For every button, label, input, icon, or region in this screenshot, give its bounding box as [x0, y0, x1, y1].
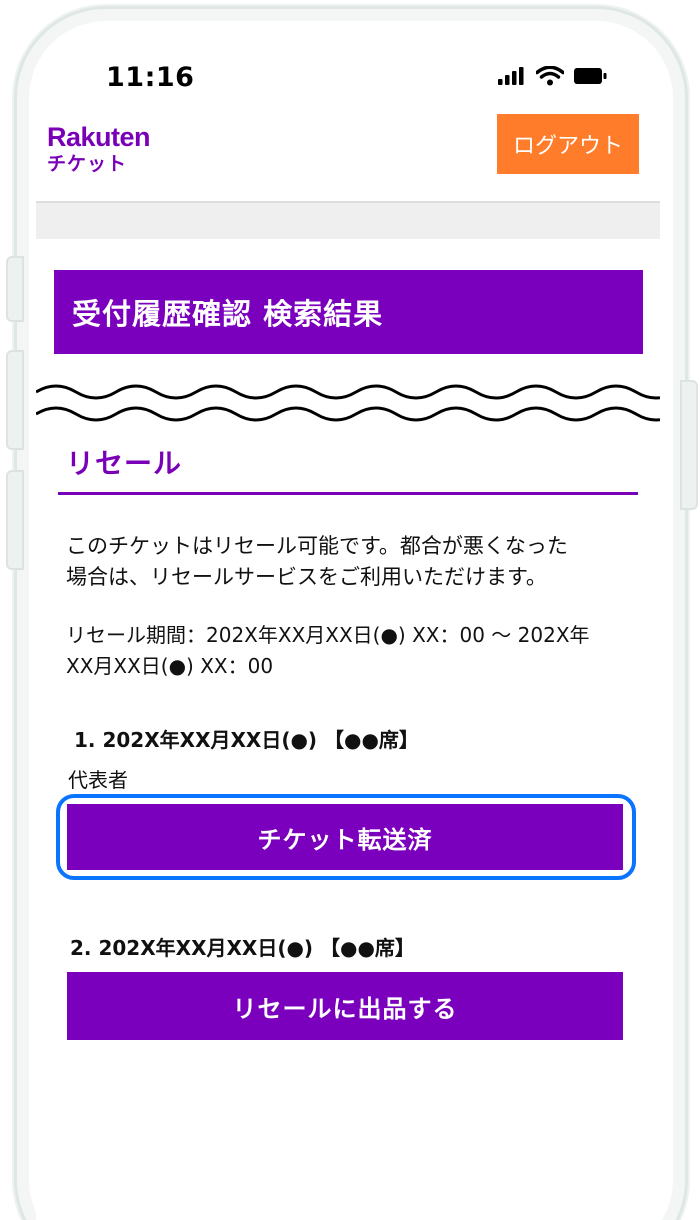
resale-heading-underline: [58, 492, 638, 495]
resale-period: リセール期間：202X年XX月XX日(●) XX：00 〜 202X年 XX月X…: [66, 620, 636, 682]
phone-side-button-volume-down: [6, 470, 24, 570]
ticket-item-1-role: 代表者: [68, 768, 128, 792]
phone-screen: 11:16 Rakuten チケット ログアウト 受付履歴確認 検索結果 リセー…: [36, 28, 660, 1220]
ticket-transferred-button[interactable]: チケット転送済: [67, 804, 623, 870]
status-icons: [498, 66, 608, 86]
battery-icon: [574, 68, 607, 84]
resale-heading: リセール: [66, 447, 183, 480]
header-separator-band: [36, 201, 660, 239]
phone-side-button-mute: [6, 256, 24, 322]
app-canvas: 11:16 Rakuten チケット ログアウト 受付履歴確認 検索結果 リセー…: [0, 0, 700, 1220]
cellular-signal-icon: [498, 67, 524, 85]
status-time: 11:16: [106, 62, 195, 93]
logo-sub-text: チケット: [47, 153, 128, 175]
resale-description: このチケットはリセール可能です。都合が悪くなった 場合は、リセールサービスをご利…: [66, 531, 636, 593]
resale-period-line-1: リセール期間：202X年XX月XX日(●) XX：00 〜 202X年: [66, 623, 590, 647]
phone-side-button-volume-up: [6, 350, 24, 450]
ticket-item-2-title: 2. 202X年XX月XX日(●) 【●●席】: [70, 936, 415, 960]
logout-button[interactable]: ログアウト: [497, 114, 639, 174]
page-title: 受付履歴確認 検索結果: [54, 270, 643, 354]
wavy-divider: [36, 384, 660, 422]
ticket-item-1-title: 1. 202X年XX月XX日(●) 【●●席】: [74, 728, 419, 752]
list-for-resale-button[interactable]: リセールに出品する: [67, 972, 623, 1040]
rakuten-ticket-logo[interactable]: Rakuten チケット: [47, 122, 151, 175]
resale-description-line-2: 場合は、リセールサービスをご利用いただけます。: [66, 565, 547, 589]
phone-side-button-power: [680, 380, 698, 510]
resale-description-line-1: このチケットはリセール可能です。都合が悪くなった: [66, 534, 568, 558]
site-header: Rakuten チケット ログアウト: [36, 100, 660, 200]
wifi-icon: [536, 66, 564, 86]
resale-period-line-2: XX月XX日(●) XX：00: [66, 654, 274, 678]
logo-main-text: Rakuten: [47, 122, 151, 152]
